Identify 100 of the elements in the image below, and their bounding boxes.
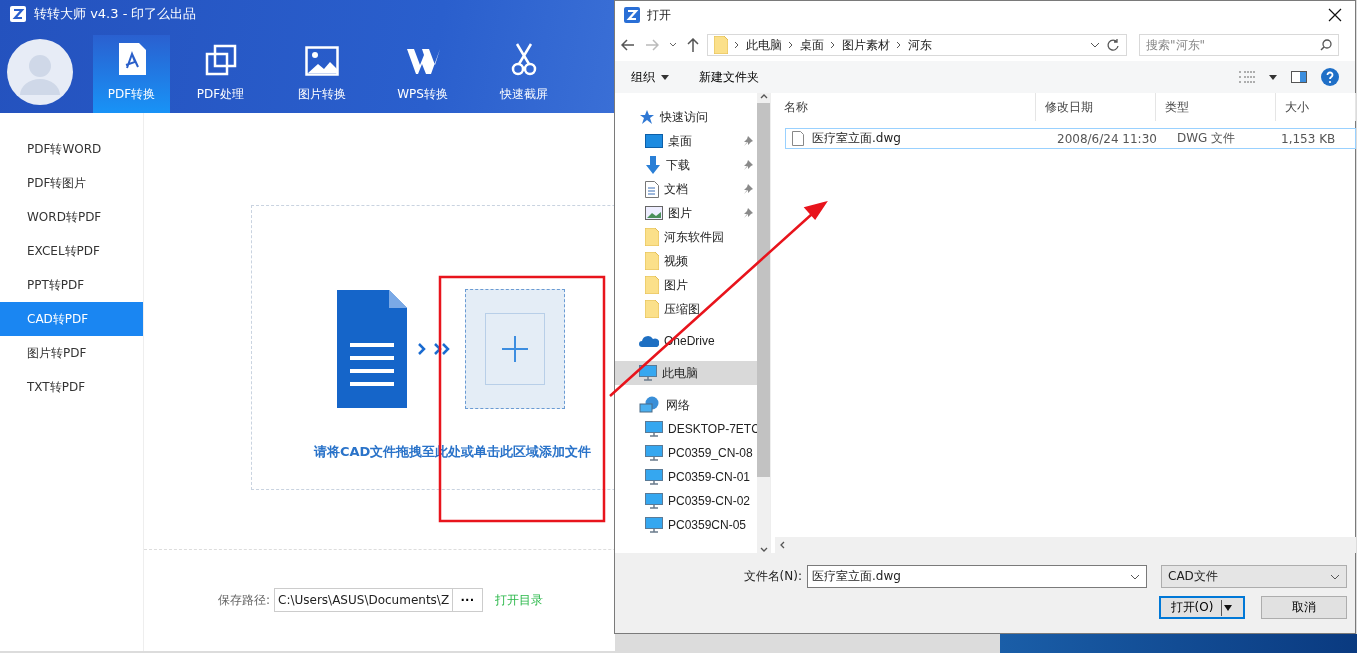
back-arrow-icon [621, 39, 635, 51]
computer-icon [645, 445, 663, 461]
folder-icon [714, 36, 728, 54]
scissors-icon [510, 42, 537, 76]
nav-item[interactable]: DESKTOP-7ETC [615, 417, 757, 441]
file-size: 1,153 KB [1280, 131, 1336, 146]
nav-item[interactable]: 视频 [615, 249, 757, 273]
file-name: 医疗室立面.dwg [811, 130, 902, 147]
sidebar-item[interactable]: TXT转PDF [0, 370, 143, 404]
download-icon [645, 156, 661, 174]
nav-item[interactable]: 桌面 [615, 129, 757, 153]
folder-icon [645, 228, 659, 246]
pictures-icon [645, 206, 663, 220]
nav-tab[interactable]: PDF转换 [93, 35, 170, 113]
forward-arrow-icon [645, 39, 659, 51]
file-date: 2008/6/24 11:30 [1056, 131, 1158, 146]
scrollbar[interactable] [775, 537, 1356, 553]
nav-tab[interactable]: WPS转换 [372, 35, 473, 113]
file-icon [792, 131, 804, 146]
computer-icon [639, 365, 657, 381]
nav-item[interactable]: PC0359CN-05 [615, 513, 757, 537]
breadcrumb-item[interactable]: 图片素材 [842, 36, 890, 54]
nav-item[interactable]: PC0359-CN-02 [615, 489, 757, 513]
dialog-title: 打开 [647, 6, 672, 24]
chevron-down-icon [1130, 573, 1140, 580]
breadcrumb-item[interactable]: 此电脑 [746, 36, 782, 54]
save-path-field[interactable]: C:\Users\ASUS\Documents\Z [274, 588, 454, 612]
up-arrow-icon [687, 38, 699, 52]
filename-label: 文件名(N): [743, 568, 802, 585]
document-icon [337, 290, 407, 408]
network-icon [639, 396, 661, 414]
app-logo-icon [624, 7, 640, 23]
column-header[interactable]: 修改日期 [1036, 93, 1156, 121]
wps-logo-icon [404, 46, 441, 76]
browse-button[interactable]: ··· [453, 588, 484, 612]
computer-icon [645, 517, 663, 533]
sidebar-item[interactable]: EXCEL转PDF [0, 234, 143, 268]
nav-item[interactable]: PC0359-CN-01 [615, 465, 757, 489]
image-icon [304, 46, 339, 76]
breadcrumb-item[interactable]: 桌面 [800, 36, 824, 54]
nav-item[interactable]: 图片 [615, 273, 757, 297]
sidebar-item[interactable]: 图片转PDF [0, 336, 143, 370]
layers-icon [204, 44, 237, 76]
star-icon [639, 109, 655, 125]
desktop-icon [645, 134, 663, 148]
nav-item[interactable]: 图片 [615, 201, 757, 225]
window-title: 转转大师 v4.3 - 印了么出品 [34, 5, 197, 23]
nav-item[interactable]: 下载 [615, 153, 757, 177]
breadcrumb-item[interactable]: 河东 [908, 36, 932, 54]
folder-icon [645, 276, 659, 294]
chevron-right-icon [734, 41, 740, 49]
computer-icon [645, 421, 663, 437]
chevron-down-icon [1090, 42, 1100, 48]
toolbar-button[interactable]: 新建文件夹 [699, 68, 759, 86]
chevron-right-icon [830, 41, 836, 49]
column-header[interactable]: 类型 [1156, 93, 1276, 121]
filename-field[interactable]: 医疗室立面.dwg [807, 565, 1147, 588]
nav-tab[interactable]: 图片转换 [271, 35, 372, 113]
chevron-down-icon [1330, 573, 1340, 580]
column-header[interactable]: 名称 [775, 93, 1036, 121]
file-row[interactable]: 医疗室立面.dwg 2008/6/24 11:30 DWG 文件 1,153 KB [785, 128, 1356, 149]
nav-item[interactable]: PC0359_CN-08 [615, 441, 757, 465]
folder-icon [645, 252, 659, 270]
sidebar-item[interactable]: CAD转PDF [0, 302, 143, 336]
search-field[interactable]: 搜索"河东" [1139, 34, 1339, 56]
chevron-left-icon [779, 541, 785, 549]
caret-icon [1269, 74, 1277, 80]
nav-item[interactable]: 网络 [615, 393, 757, 417]
nav-item[interactable]: 此电脑 [615, 361, 757, 385]
add-file-button[interactable] [465, 289, 565, 409]
app-logo-icon [10, 6, 26, 22]
avatar[interactable] [7, 39, 73, 105]
nav-item[interactable]: 文档 [615, 177, 757, 201]
file-type: DWG 文件 [1176, 130, 1237, 147]
file-type-dropdown[interactable]: CAD文件 [1161, 565, 1347, 588]
pdf-icon [116, 42, 147, 76]
toolbar-button[interactable]: 组织 [631, 68, 669, 86]
preview-pane-icon [1291, 71, 1307, 83]
address-bar[interactable]: 此电脑 桌面 图片素材 河东 [707, 34, 1127, 56]
close-icon [1328, 8, 1342, 22]
save-path-label: 保存路径: [218, 591, 271, 609]
nav-item[interactable]: 河东软件园 [615, 225, 757, 249]
nav-item[interactable]: 快速访问 [615, 105, 757, 129]
nav-item[interactable]: 压缩图 [615, 297, 757, 321]
plus-icon [502, 336, 528, 362]
caret-icon [1221, 599, 1234, 616]
dialog-button[interactable]: 打开(O) [1159, 596, 1245, 619]
column-header[interactable]: 大小 [1276, 93, 1356, 121]
chevron-down-icon [669, 42, 677, 48]
sidebar-item[interactable]: WORD转PDF [0, 200, 143, 234]
nav-tab[interactable]: PDF处理 [170, 35, 271, 113]
scrollbar[interactable] [757, 93, 770, 553]
sidebar-item[interactable]: PDF转WORD [0, 132, 143, 166]
nav-tab[interactable]: 快速截屏 [473, 35, 574, 113]
sidebar-item[interactable]: PDF转图片 [0, 166, 143, 200]
chevron-right-icon [788, 41, 794, 49]
sidebar-item[interactable]: PPT转PDF [0, 268, 143, 302]
chevron-down-icon [759, 547, 768, 553]
folder-icon [645, 300, 659, 318]
dialog-button[interactable]: 取消 [1261, 596, 1347, 619]
